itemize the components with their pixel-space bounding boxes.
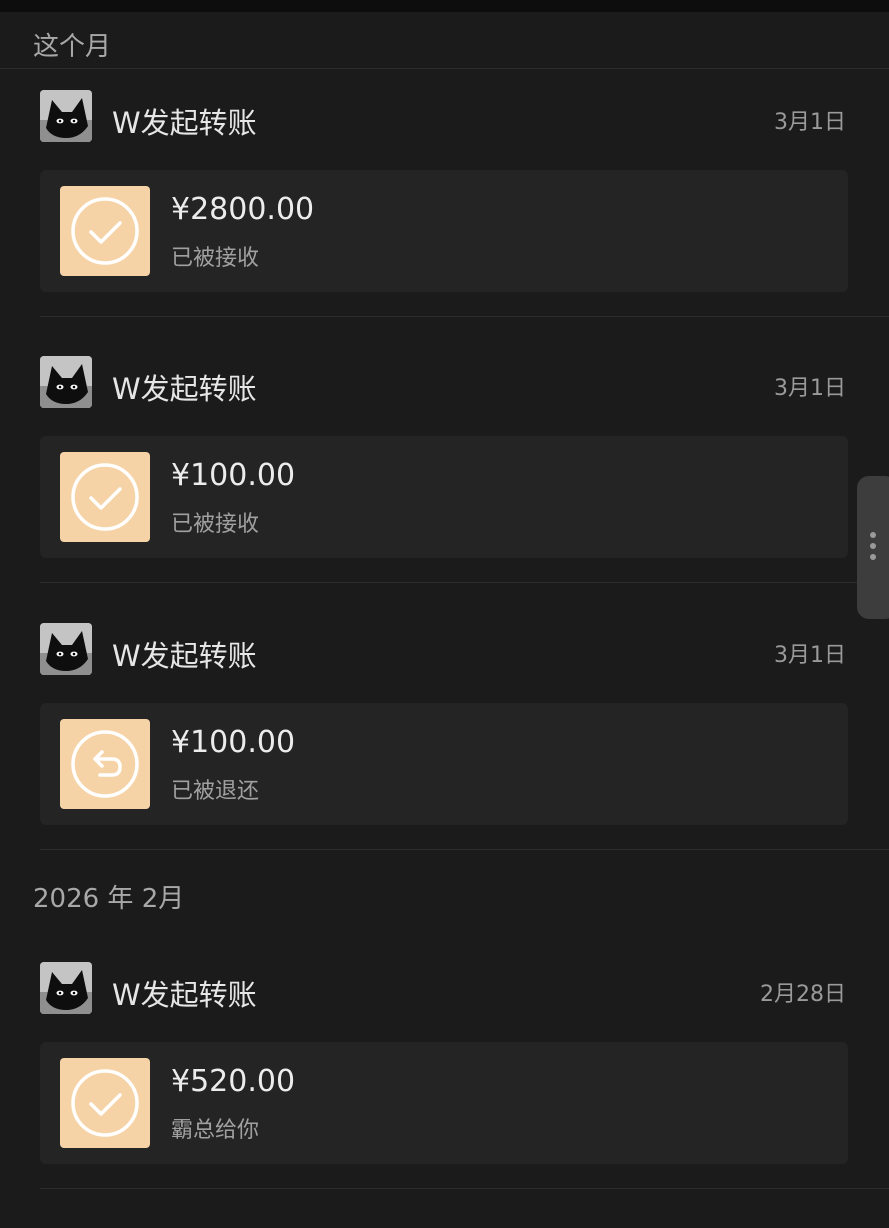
transfer-card[interactable]: ¥520.00 霸总给你: [40, 1042, 848, 1164]
transfer-status: 已被接收: [171, 246, 260, 271]
status-bar: [0, 0, 889, 12]
transfer-status: 霸总给你: [171, 1118, 260, 1143]
check-circle-icon: [71, 197, 139, 265]
transfer-amount: ¥2800.00: [171, 192, 315, 227]
record-header: W发起转账 2月28日: [40, 962, 848, 1014]
avatar[interactable]: [40, 356, 92, 408]
sender-name: W发起转账: [112, 372, 257, 406]
cat-avatar-image: [40, 356, 92, 408]
section-header-month: 2026 年 2月: [33, 884, 185, 914]
record-date: 2月28日: [760, 982, 846, 1007]
transfer-status: 已被接收: [171, 512, 260, 537]
more-dots-icon: [870, 532, 876, 565]
record-header: W发起转账 3月1日: [40, 356, 848, 408]
transfer-card[interactable]: ¥100.00 已被接收: [40, 436, 848, 558]
record-date: 3月1日: [774, 643, 846, 668]
transfer-status-icon-box: [60, 719, 150, 809]
cat-avatar-image: [40, 962, 92, 1014]
transfer-record[interactable]: W发起转账 3月1日 ¥2800.00 已被接收: [40, 90, 889, 356]
transfer-record[interactable]: W发起转账 3月1日 ¥100.00 已被退还: [40, 623, 889, 889]
avatar[interactable]: [40, 962, 92, 1014]
avatar[interactable]: [40, 90, 92, 142]
transfer-record[interactable]: W发起转账 3月1日 ¥100.00 已被接收: [40, 356, 889, 622]
transfer-amount: ¥100.00: [171, 725, 296, 760]
check-circle-icon: [71, 463, 139, 531]
sender-name: W发起转账: [112, 106, 257, 140]
record-divider: [40, 316, 889, 317]
transfer-status-icon-box: [60, 186, 150, 276]
sender-name: W发起转账: [112, 639, 257, 673]
record-date: 3月1日: [774, 110, 846, 135]
transfer-amount: ¥100.00: [171, 458, 296, 493]
record-divider: [40, 1188, 889, 1189]
avatar[interactable]: [40, 623, 92, 675]
transfer-record[interactable]: W发起转账 2月28日 ¥520.00 霸总给你: [40, 962, 889, 1228]
section-header-this-month: 这个月: [33, 32, 112, 62]
return-arrow-icon: [71, 730, 139, 798]
check-circle-icon: [71, 1069, 139, 1137]
record-header: W发起转账 3月1日: [40, 90, 848, 142]
record-divider: [40, 582, 889, 583]
transfer-card[interactable]: ¥2800.00 已被接收: [40, 170, 848, 292]
record-date: 3月1日: [774, 376, 846, 401]
transfer-status-icon-box: [60, 1058, 150, 1148]
side-floating-handle[interactable]: [857, 476, 889, 619]
transfer-status-icon-box: [60, 452, 150, 542]
cat-avatar-image: [40, 623, 92, 675]
record-header: W发起转账 3月1日: [40, 623, 848, 675]
transfer-status: 已被退还: [171, 779, 260, 804]
section-divider: [0, 68, 889, 69]
transfer-card[interactable]: ¥100.00 已被退还: [40, 703, 848, 825]
transfer-amount: ¥520.00: [171, 1064, 296, 1099]
sender-name: W发起转账: [112, 978, 257, 1012]
cat-avatar-image: [40, 90, 92, 142]
record-divider: [40, 849, 889, 850]
